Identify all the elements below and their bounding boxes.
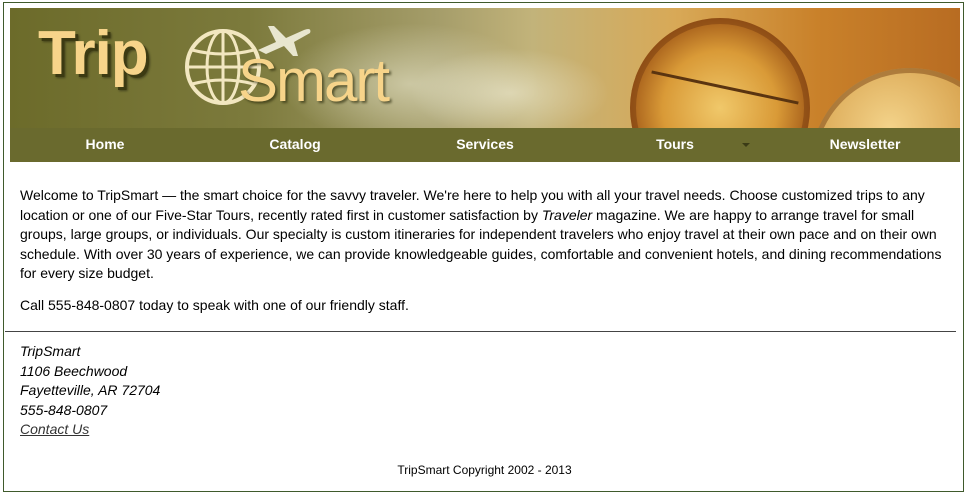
nav-item-home[interactable]: Home [10,128,200,162]
phone-number: 555-848-0807 [20,401,108,418]
city-state-zip: Fayetteville, AR 72704 [20,382,161,398]
nav-item-label: Tours [656,136,694,152]
company-name: TripSmart [20,343,81,359]
compass-image [810,68,960,128]
street-address: 1106 Beechwood [20,362,128,379]
header-banner: Trip Smart [10,8,960,128]
dropdown-arrow-icon[interactable] [742,143,750,147]
main-content: Welcome to TripSmart — the smart choice … [20,186,955,327]
intro-paragraph: Welcome to TripSmart — the smart choice … [20,186,955,284]
copyright-text: TripSmart Copyright 2002 - 2013 [397,463,572,477]
main-nav: Home Catalog Services Tours Newsletter [10,128,960,162]
logo-trip-text: Trip [38,19,149,88]
footer-address: TripSmart 1106 Beechwood Fayetteville, A… [20,342,160,440]
call-paragraph: Call 555-848-0807 today to speak with on… [20,296,409,313]
magazine-name: Traveler [541,206,593,223]
divider [5,331,956,332]
nav-item-catalog[interactable]: Catalog [200,128,390,162]
nav-item-tours[interactable]: Tours [580,128,770,162]
banner-cloud [410,48,610,128]
nav-item-newsletter[interactable]: Newsletter [770,128,960,162]
logo-smart-text: Smart [238,47,390,114]
nav-item-services[interactable]: Services [390,128,580,162]
contact-us-link[interactable]: Contact Us [20,421,89,437]
